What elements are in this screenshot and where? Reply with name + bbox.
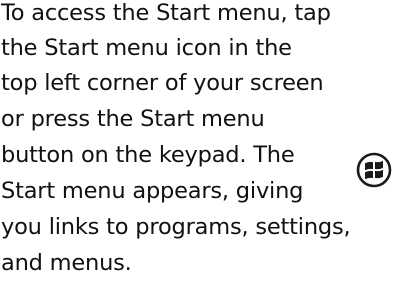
paragraph-line-3: top left corner of your screen: [1, 70, 324, 96]
paragraph-line-5: button on the keypad. The: [1, 142, 295, 168]
paragraph-line-2: the Start menu icon in the: [1, 35, 292, 61]
paragraph-line-1: To access the Start menu, tap: [1, 0, 331, 26]
paragraph-line-8: and menus.: [1, 250, 132, 276]
paragraph-line-6: Start menu appears, giving: [1, 178, 304, 204]
instruction-paragraph: To access the Start menu, tap the Start …: [0, 0, 395, 296]
paragraph-line-7: you links to programs, settings,: [1, 214, 351, 240]
windows-start-icon: [356, 152, 392, 188]
paragraph-line-4: or press the Start menu: [1, 106, 265, 132]
